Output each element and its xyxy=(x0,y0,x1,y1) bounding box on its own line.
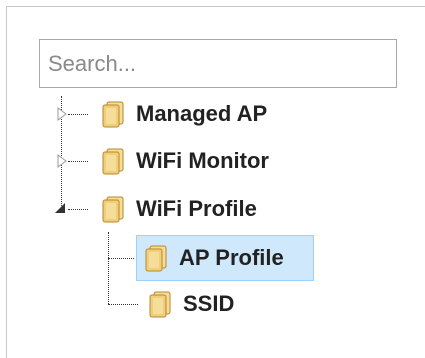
tree-connector xyxy=(108,258,134,259)
tree-node-wifi-profile[interactable]: WiFi Profile xyxy=(94,189,263,229)
folder-icon xyxy=(102,196,124,223)
tree-node-label: Managed AP xyxy=(136,101,268,126)
collapsed-arrow-icon[interactable] xyxy=(56,154,68,168)
collapsed-arrow-icon[interactable] xyxy=(56,107,68,121)
tree-connector xyxy=(68,114,88,115)
tree-node-label: WiFi Monitor xyxy=(136,148,269,173)
folder-icon xyxy=(102,148,124,175)
tree-connector xyxy=(108,304,138,305)
tree-connector xyxy=(68,209,88,210)
folder-icon xyxy=(149,291,171,318)
tree-node-label: AP Profile xyxy=(179,245,284,270)
tree-node-ssid[interactable]: SSID xyxy=(141,284,240,324)
folder-icon xyxy=(145,245,167,272)
tree-node-ap-profile[interactable]: AP Profile xyxy=(136,235,314,281)
tree-connector xyxy=(68,161,88,162)
folder-icon xyxy=(102,101,124,128)
expanded-arrow-icon[interactable] xyxy=(54,201,66,215)
tree-node-wifi-monitor[interactable]: WiFi Monitor xyxy=(94,141,275,181)
navigation-tree: Managed AP WiFi Monitor WiFi Profile AP … xyxy=(0,0,425,358)
tree-node-label: WiFi Profile xyxy=(136,196,257,221)
tree-node-label: SSID xyxy=(183,291,235,316)
tree-node-managed-ap[interactable]: Managed AP xyxy=(94,94,273,134)
tree-connector xyxy=(108,232,109,304)
